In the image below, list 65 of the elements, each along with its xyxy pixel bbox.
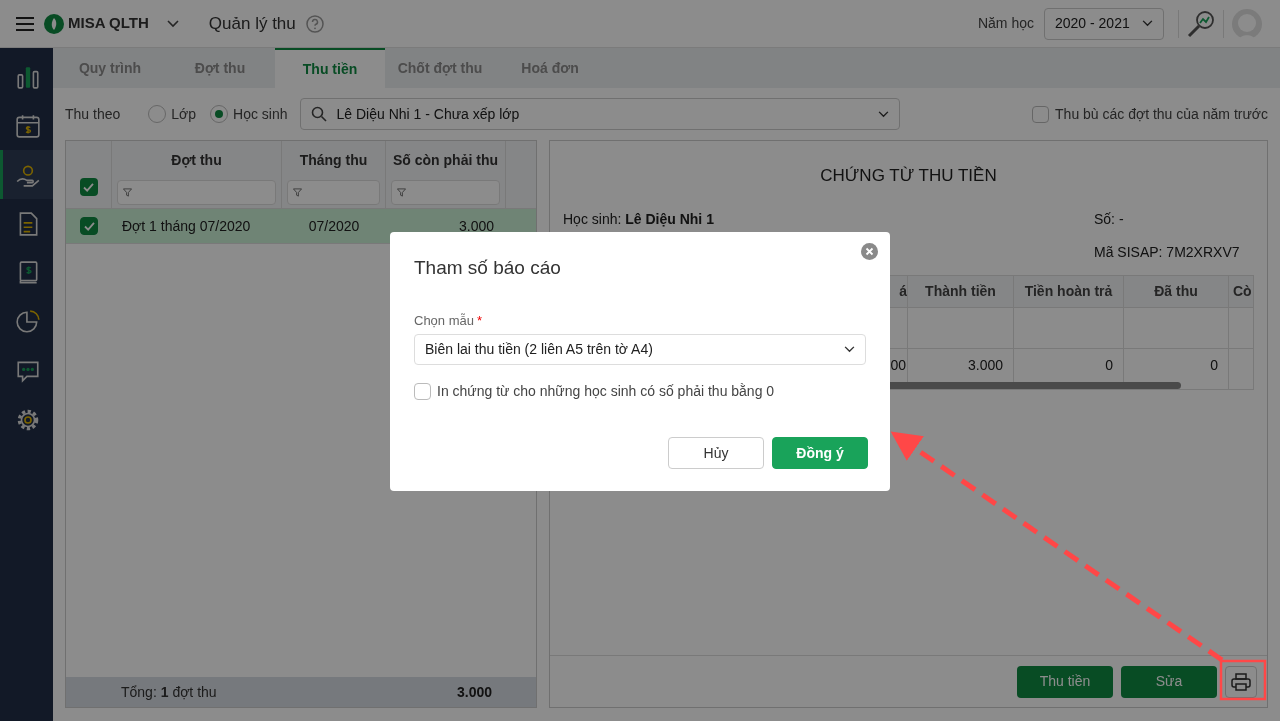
radio-button[interactable]: Học sinh xyxy=(210,103,288,125)
row-checkbox[interactable] xyxy=(80,217,98,235)
voucher-title: CHỨNG TỪ THU TIỀN xyxy=(820,165,997,187)
voucher-number: Số: - xyxy=(1094,209,1125,229)
table-cell-text: 0 xyxy=(1105,356,1113,375)
check-icon xyxy=(83,221,95,231)
column-filter-field[interactable] xyxy=(287,180,380,205)
sidebar-item[interactable] xyxy=(0,150,53,199)
calendar-dollar-icon xyxy=(15,112,41,139)
sisap-code: Mã SISAP: 7M2XRXV7 xyxy=(1094,242,1241,262)
column-header: Đã thu xyxy=(1124,275,1228,308)
printer-icon xyxy=(1231,672,1251,691)
column-header: Tháng thu xyxy=(299,151,368,170)
school-year-label: Năm học xyxy=(977,14,1034,33)
template-select[interactable]: Biên lai thu tiền (2 liên A5 trên tờ A4) xyxy=(414,334,866,365)
table-cell: Đợt 1 tháng 07/2020 xyxy=(122,217,251,234)
help-icon[interactable] xyxy=(305,14,324,33)
filter-label: Thu theo xyxy=(65,104,121,124)
carry-over-checkbox[interactable]: Thu bù các đợt thu của năm trước xyxy=(1032,103,1268,125)
template-label: Chọn mẫu xyxy=(414,311,474,330)
column-header: Số còn phải thu xyxy=(393,151,498,170)
print-button[interactable] xyxy=(1225,665,1257,698)
school-year-select[interactable]: 2020 - 2021 xyxy=(1044,7,1164,40)
search-icon xyxy=(310,106,327,122)
table-cell: 07/2020 xyxy=(308,217,360,234)
tab[interactable]: Thu tiền xyxy=(275,48,385,88)
menu-icon[interactable] xyxy=(16,15,34,32)
chevron-down-icon xyxy=(844,346,855,353)
page-title: Quản lý thu xyxy=(208,12,296,35)
leaf-logo-icon xyxy=(44,13,64,34)
total-amount: 3.000 xyxy=(456,682,492,702)
check-icon xyxy=(83,182,94,192)
chevron-down-icon xyxy=(877,110,889,118)
column-filter-field[interactable] xyxy=(391,180,500,205)
filter-icon xyxy=(397,188,406,197)
table-cell: 3.000 xyxy=(458,217,494,234)
filter-icon xyxy=(123,188,132,197)
total-label: Tổng: 1 đợt thu xyxy=(121,682,217,702)
action-button[interactable]: Sửa xyxy=(1121,665,1217,698)
select-all-checkbox[interactable] xyxy=(79,178,98,196)
pie-chart-icon xyxy=(15,308,41,335)
radio-button[interactable]: Lớp xyxy=(148,103,197,125)
cancel-button[interactable]: Hủy xyxy=(668,437,764,469)
highlight-frame xyxy=(1219,659,1267,701)
filter-icon xyxy=(293,188,302,197)
required-mark: * xyxy=(477,311,483,330)
zero-balance-checkbox[interactable]: In chứng từ cho những học sinh có số phải thu bằng 0 xyxy=(414,381,866,402)
app-name: MISA QLTH xyxy=(68,13,149,34)
magnifier-chart-icon[interactable] xyxy=(1187,9,1215,38)
table-cell-text: 3.000 xyxy=(967,356,1003,375)
table-cell-text: 00 xyxy=(890,356,906,375)
student-search-field[interactable]: Lê Diệu Nhi 1 - Chưa xếp lớp xyxy=(299,98,900,130)
confirm-button[interactable]: Đồng ý xyxy=(772,437,868,469)
close-icon[interactable] xyxy=(861,243,878,260)
table-cell-text: 0 xyxy=(1210,356,1218,375)
dialog-title: Tham số báo cáo xyxy=(414,256,561,280)
column-header: Tiền hoàn trả xyxy=(1014,275,1123,308)
chevron-down-icon xyxy=(1142,20,1153,27)
column-header: Thành tiền xyxy=(908,275,1013,308)
student-name: Học sinh: Lê Diệu Nhi 1 xyxy=(563,209,714,229)
chevron-down-icon[interactable] xyxy=(166,19,179,28)
column-header: Đợt thu xyxy=(171,151,222,170)
action-button[interactable]: Thu tiền xyxy=(1017,665,1113,698)
column-filter-field[interactable] xyxy=(117,180,276,205)
column-header: Cò xyxy=(1229,275,1253,308)
